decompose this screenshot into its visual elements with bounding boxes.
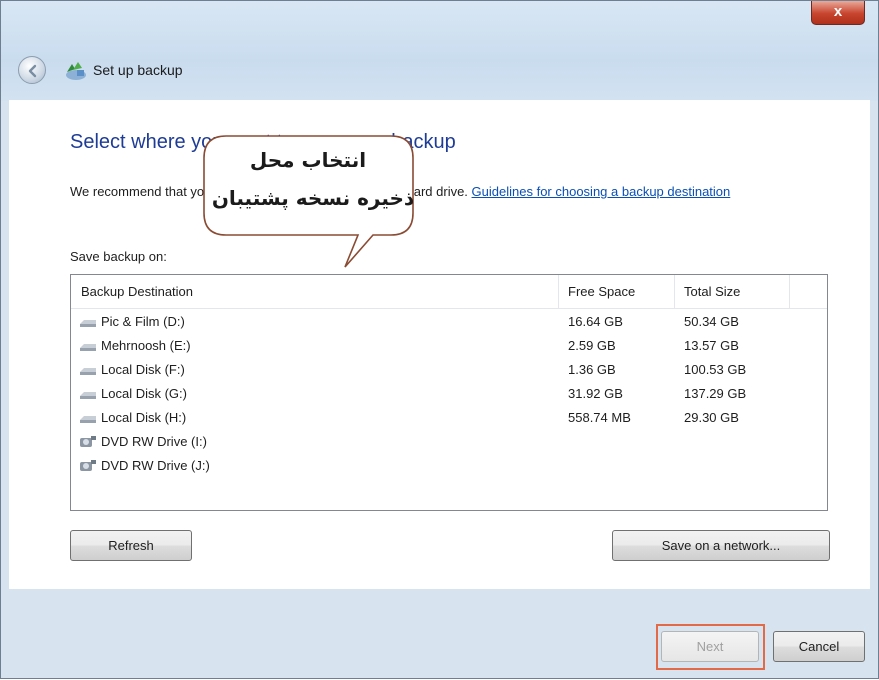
dvd-drive-icon bbox=[80, 436, 96, 447]
total-size: 137.29 GB bbox=[684, 386, 747, 401]
destination-name: Local Disk (G:) bbox=[101, 386, 187, 401]
destination-name: Local Disk (F:) bbox=[101, 362, 185, 377]
free-space: 16.64 GB bbox=[568, 314, 623, 329]
table-row[interactable]: Local Disk (G:) 31.92 GB 137.29 GB bbox=[71, 383, 827, 405]
column-header-free-space[interactable]: Free Space bbox=[568, 275, 635, 308]
table-row[interactable]: Pic & Film (D:) 16.64 GB 50.34 GB bbox=[71, 311, 827, 333]
column-header-total-size[interactable]: Total Size bbox=[684, 275, 740, 308]
destination-name: DVD RW Drive (J:) bbox=[101, 458, 210, 473]
table-row[interactable]: DVD RW Drive (I:) bbox=[71, 431, 827, 453]
total-size: 100.53 GB bbox=[684, 362, 747, 377]
hard-drive-icon bbox=[80, 344, 96, 351]
dvd-drive-icon bbox=[80, 460, 96, 471]
free-space: 558.74 MB bbox=[568, 410, 631, 425]
table-row[interactable]: DVD RW Drive (J:) bbox=[71, 455, 827, 477]
back-button[interactable] bbox=[18, 56, 46, 84]
hard-drive-icon bbox=[80, 320, 96, 327]
hard-drive-icon bbox=[80, 392, 96, 399]
setup-backup-window: x Set up backup Select where you want to… bbox=[0, 0, 879, 679]
close-button[interactable]: x bbox=[811, 1, 865, 25]
guidelines-link[interactable]: Guidelines for choosing a backup destina… bbox=[472, 184, 731, 199]
next-button-highlight bbox=[656, 624, 765, 670]
destination-name: DVD RW Drive (I:) bbox=[101, 434, 207, 449]
intro-text: We recommend that you save your backup o… bbox=[70, 184, 731, 199]
backup-destination-list[interactable]: Backup Destination Free Space Total Size… bbox=[70, 274, 828, 511]
save-on-network-button[interactable]: Save on a network... bbox=[612, 530, 830, 561]
cancel-button[interactable]: Cancel bbox=[773, 631, 865, 662]
destination-name: Mehrnoosh (E:) bbox=[101, 338, 191, 353]
hard-drive-icon bbox=[80, 416, 96, 423]
table-row[interactable]: Mehrnoosh (E:) 2.59 GB 13.57 GB bbox=[71, 335, 827, 357]
save-backup-label: Save backup on: bbox=[70, 249, 167, 264]
free-space: 31.92 GB bbox=[568, 386, 623, 401]
column-header-destination[interactable]: Backup Destination bbox=[81, 275, 193, 308]
window-title: Set up backup bbox=[93, 62, 183, 78]
destination-name: Local Disk (H:) bbox=[101, 410, 187, 425]
free-space: 1.36 GB bbox=[568, 362, 616, 377]
callout-line-1: انتخاب محل bbox=[249, 148, 367, 172]
total-size: 29.30 GB bbox=[684, 410, 739, 425]
total-size: 50.34 GB bbox=[684, 314, 739, 329]
hard-drive-icon bbox=[80, 368, 96, 375]
total-size: 13.57 GB bbox=[684, 338, 739, 353]
table-row[interactable]: Local Disk (F:) 1.36 GB 100.53 GB bbox=[71, 359, 827, 381]
list-header: Backup Destination Free Space Total Size bbox=[71, 275, 827, 309]
backup-icon bbox=[66, 62, 86, 80]
back-arrow-icon bbox=[28, 64, 37, 78]
refresh-button[interactable]: Refresh bbox=[70, 530, 192, 561]
free-space: 2.59 GB bbox=[568, 338, 616, 353]
destination-name: Pic & Film (D:) bbox=[101, 314, 185, 329]
callout-line-2: ذخیره نسخه پشتیبان bbox=[211, 186, 415, 210]
table-row[interactable]: Local Disk (H:) 558.74 MB 29.30 GB bbox=[71, 407, 827, 429]
title-bar bbox=[1, 1, 878, 101]
